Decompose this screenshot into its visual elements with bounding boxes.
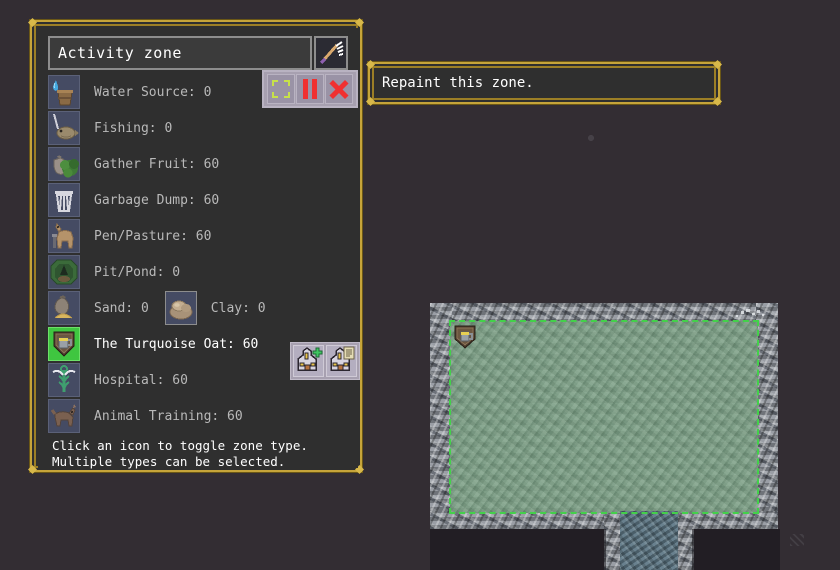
zone-row-animal-training[interactable]: Animal Training: 60 bbox=[48, 398, 348, 434]
zone-hint-text: Click an icon to toggle zone type. Multi… bbox=[52, 438, 308, 469]
zone-label-garbage-dump: Garbage Dump: 60 bbox=[94, 192, 220, 208]
activity-zone-panel: Activity zone Water Source: 0 Fishing: 0… bbox=[28, 18, 364, 474]
wall-debris-e bbox=[762, 314, 764, 316]
zone-row-gather-fruit[interactable]: Gather Fruit: 60 bbox=[48, 146, 348, 182]
zone-type-list: Water Source: 0 Fishing: 0 Gather Fruit:… bbox=[48, 74, 348, 434]
zone-name-text: Activity zone bbox=[58, 44, 182, 62]
map-tavern-sign-icon[interactable] bbox=[452, 324, 478, 350]
map-shadow-bottom-right bbox=[692, 529, 780, 570]
pen-pasture-icon[interactable] bbox=[48, 219, 80, 253]
zone-label-hospital: Hospital: 60 bbox=[94, 372, 188, 388]
sand-icon[interactable] bbox=[48, 291, 80, 325]
corridor-floor[interactable] bbox=[620, 511, 678, 570]
room-wall-right bbox=[756, 303, 778, 527]
zone-row-pit-pond[interactable]: Pit/Pond: 0 bbox=[48, 254, 348, 290]
tooltip-box: Repaint this zone. bbox=[366, 60, 722, 106]
room-wall-top bbox=[430, 303, 778, 323]
zone-label-sand: Sand: 0 bbox=[94, 300, 149, 316]
gather-fruit-icon[interactable] bbox=[48, 147, 80, 181]
rename-zone-button[interactable] bbox=[314, 36, 348, 70]
zone-label-tavern: The Turquoise Oat: 60 bbox=[94, 336, 259, 352]
background-speck-2 bbox=[790, 534, 804, 546]
panel-inner: Activity zone Water Source: 0 Fishing: 0… bbox=[38, 28, 360, 469]
zone-row-water-source[interactable]: Water Source: 0 bbox=[48, 74, 348, 110]
zone-label-fishing: Fishing: 0 bbox=[94, 120, 173, 136]
wall-debris-b bbox=[746, 309, 750, 312]
pit-pond-icon[interactable] bbox=[48, 255, 80, 289]
hospital-icon[interactable] bbox=[48, 363, 80, 397]
map-shadow-bottom-left bbox=[430, 529, 606, 570]
animal-training-icon[interactable] bbox=[48, 399, 80, 433]
background-speck-1 bbox=[585, 132, 597, 144]
zone-row-fishing[interactable]: Fishing: 0 bbox=[48, 110, 348, 146]
tooltip-text: Repaint this zone. bbox=[382, 75, 534, 91]
add-room-button[interactable] bbox=[293, 345, 324, 377]
panel-corner-tl bbox=[28, 18, 37, 27]
room-wall-bottom-left bbox=[430, 511, 622, 529]
zone-label-pit-pond: Pit/Pond: 0 bbox=[94, 264, 181, 280]
wall-debris-d bbox=[757, 310, 760, 313]
garbage-dump-icon[interactable] bbox=[48, 183, 80, 217]
zone-row-pen-pasture[interactable]: Pen/Pasture: 60 bbox=[48, 218, 348, 254]
zone-label-gather-fruit: Gather Fruit: 60 bbox=[94, 156, 220, 172]
zone-name-field[interactable]: Activity zone bbox=[48, 36, 312, 70]
tooltip-corner-tl bbox=[366, 60, 375, 69]
room-wall-left bbox=[430, 303, 452, 527]
title-row: Activity zone bbox=[48, 36, 348, 70]
room-details-button[interactable] bbox=[326, 345, 357, 377]
clay-icon[interactable] bbox=[164, 291, 197, 325]
zone-label-animal-training: Animal Training: 60 bbox=[94, 408, 243, 424]
zone-label-pen-pasture: Pen/Pasture: 60 bbox=[94, 228, 212, 244]
zone-label-water-source: Water Source: 0 bbox=[94, 84, 212, 100]
water-source-icon[interactable] bbox=[48, 75, 80, 109]
tavern-icon[interactable] bbox=[48, 327, 80, 361]
wall-debris-f bbox=[736, 315, 738, 317]
game-screen: Repaint this zone. Activity zone Water S… bbox=[0, 0, 840, 570]
zone-row-sand-clay[interactable]: Sand: 0 Clay: 0 bbox=[48, 290, 348, 326]
zone-row-garbage-dump[interactable]: Garbage Dump: 60 bbox=[48, 182, 348, 218]
room-floor[interactable] bbox=[450, 321, 758, 513]
zone-label-clay: Clay: 0 bbox=[210, 300, 266, 316]
fishing-icon[interactable] bbox=[48, 111, 80, 145]
room-buttons bbox=[290, 342, 360, 380]
wall-debris-a bbox=[741, 311, 744, 314]
wall-debris-c bbox=[752, 313, 755, 315]
